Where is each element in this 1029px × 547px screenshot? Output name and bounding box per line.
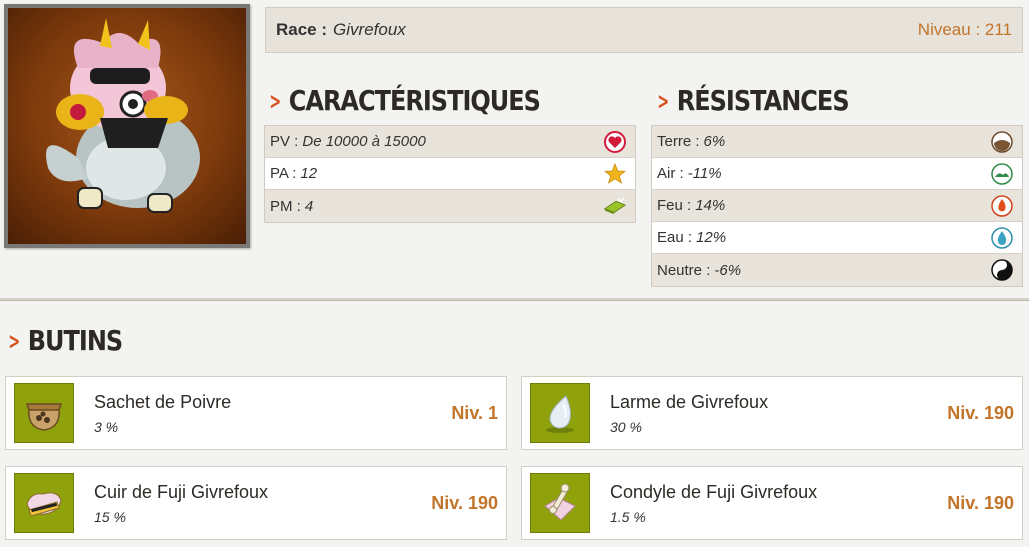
monster-portrait-frame [4,4,250,248]
stat-row-pm: PM : 4 [265,190,635,222]
chevron-right-icon: > [657,87,669,115]
loot-item-level: Niv. 190 [431,492,498,513]
loot-item-level: Niv. 1 [451,402,498,423]
loot-item-drop-rate: 3 % [94,418,119,435]
characteristics-title: > CARACTÉRISTIQUES [269,84,541,118]
stat-row-pa: PA : 12 [265,158,635,190]
monster-level: Niveau : 211 [917,20,1012,39]
loot-item-drop-rate: 1.5 % [610,508,646,525]
chevron-right-icon: > [269,87,281,115]
water-icon [990,226,1014,250]
loot-item[interactable]: Cuir de Fuji Givrefoux 15 % Niv. 190 [5,466,507,540]
earth-icon [990,130,1014,154]
loot-item[interactable]: Sachet de Poivre 3 % Niv. 1 [5,376,507,450]
monster-portrait [8,8,246,244]
loot-item-level: Niv. 190 [947,402,1014,423]
loot-title: > BUTINS [8,324,123,358]
characteristics-table: PV : De 10000 à 15000 PA : 12 PM : 4 [264,125,636,223]
loot-item[interactable]: Condyle de Fuji Givrefoux 1.5 % Niv. 190 [521,466,1023,540]
loot-item-name: Larme de Givrefoux [610,391,769,412]
resistances-table: Terre : 6% Air : -11% Feu : 14% Eau : 12… [651,125,1023,287]
loot-item-level: Niv. 190 [947,492,1014,513]
movement-icon [603,194,627,218]
loot-item-drop-rate: 15 % [94,508,126,525]
stat-row-pv: PV : De 10000 à 15000 [265,126,635,158]
resistance-row-eau: Eau : 12% [652,222,1022,254]
race-value: Givrefoux [333,20,406,39]
resistance-row-air: Air : -11% [652,158,1022,190]
condyle-icon [530,473,590,533]
loot-item-name: Cuir de Fuji Givrefoux [94,481,269,502]
monster-header: Race : Givrefoux Niveau : 211 > CARACTÉR… [0,0,1029,300]
fire-icon [990,194,1014,218]
leather-icon [14,473,74,533]
race-bar: Race : Givrefoux Niveau : 211 [265,7,1023,53]
loot-item-name: Sachet de Poivre [94,391,232,412]
loot-item-name: Condyle de Fuji Givrefoux [610,481,818,502]
air-icon [990,162,1014,186]
race-label: Race : [276,20,328,39]
chevron-right-icon: > [8,327,20,355]
resistance-row-feu: Feu : 14% [652,190,1022,222]
pepper-bag-icon [14,383,74,443]
heart-icon [603,130,627,154]
resistance-row-terre: Terre : 6% [652,126,1022,158]
loot-item[interactable]: Larme de Givrefoux 30 % Niv. 190 [521,376,1023,450]
section-divider [0,298,1029,301]
loot-item-drop-rate: 30 % [610,418,642,435]
givrefoux-image [46,18,200,213]
neutral-icon [990,258,1014,282]
star-icon [603,162,627,186]
resistances-title: > RÉSISTANCES [657,84,849,118]
resistance-row-neutre: Neutre : -6% [652,254,1022,286]
tear-icon [530,383,590,443]
